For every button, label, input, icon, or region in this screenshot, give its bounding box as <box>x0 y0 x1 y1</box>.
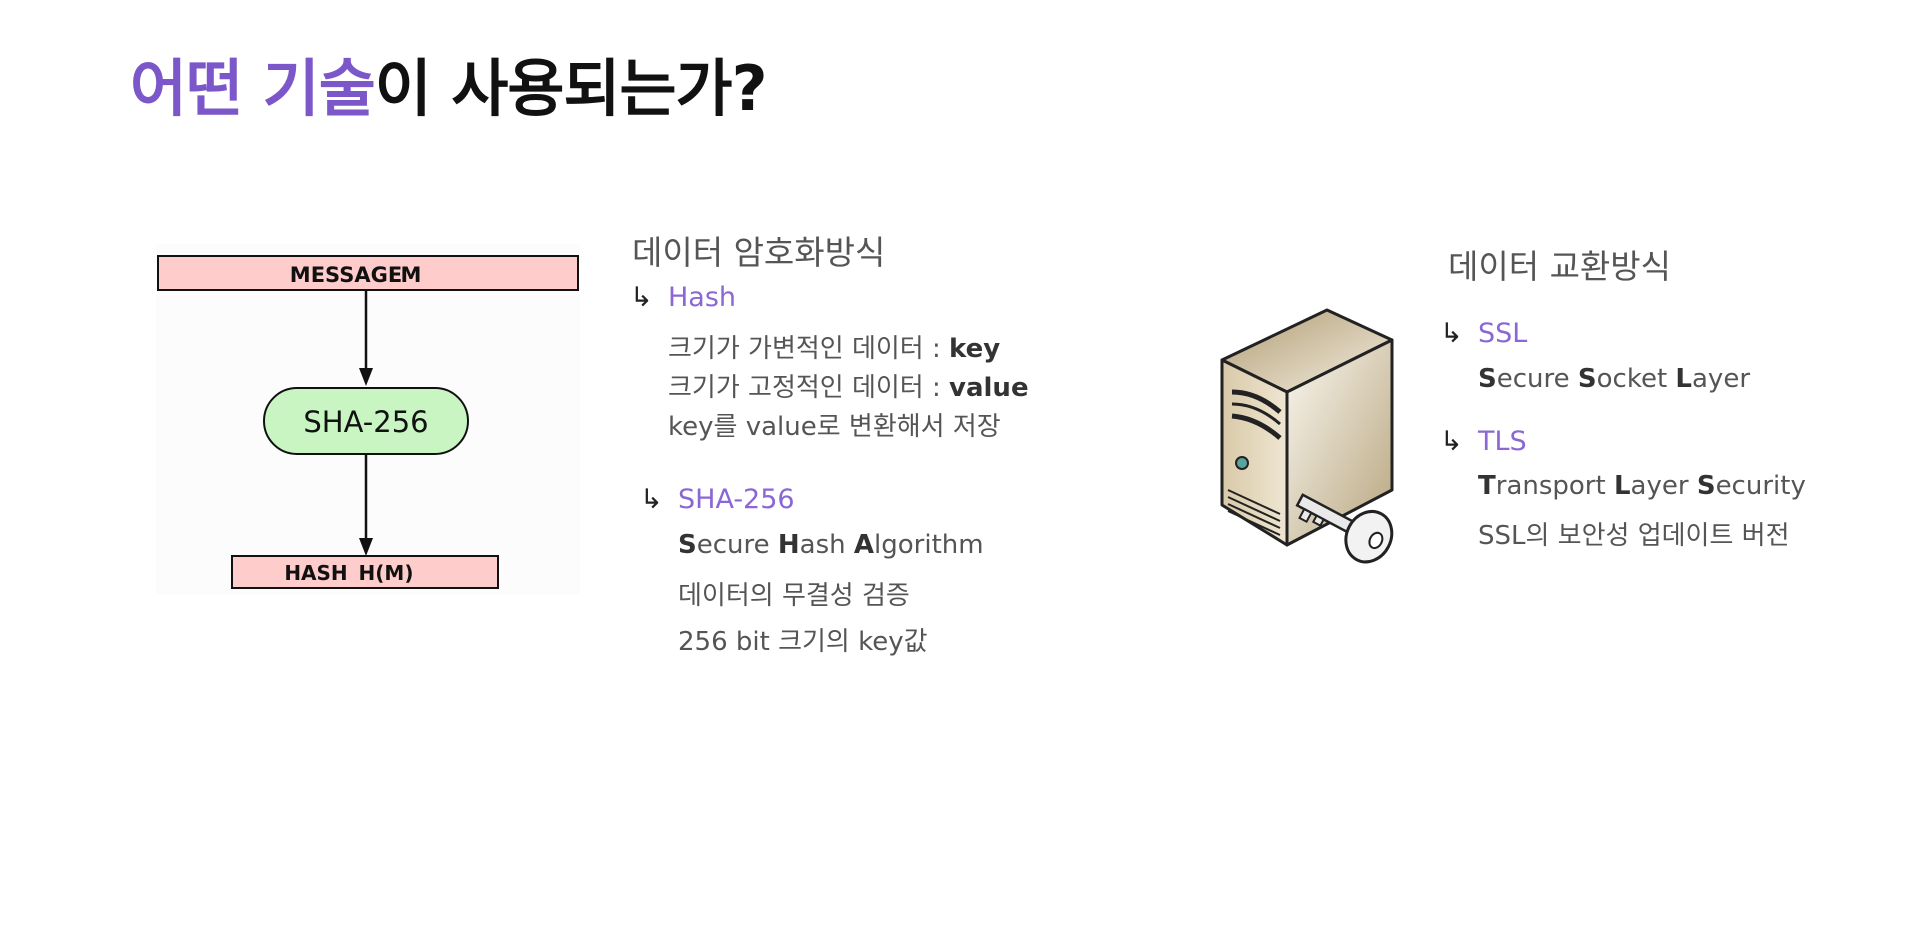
function-label: SHA-256 <box>303 405 428 439</box>
hash-desc-2: 크기가 고정적인 데이터 : value <box>668 373 1029 403</box>
tls-item: ↳ TLS <box>1440 426 1527 457</box>
flow-arrowhead-1 <box>359 368 373 386</box>
sha256-label-text: SHA-256 <box>678 484 795 515</box>
hash-desc-3: key를 value로 변환해서 저장 <box>668 412 1001 442</box>
encryption-heading: 데이터 암호화방식 <box>632 233 886 272</box>
tls-expansion: Transport Layer Security <box>1478 471 1806 501</box>
server-with-key-icon <box>1212 300 1412 584</box>
title-rest: 이 사용되는가? <box>374 52 768 125</box>
sha256-flow-diagram: MESSAGE M SHA-256 HASH H(M) <box>156 244 580 594</box>
hash-label: HASH <box>284 561 347 585</box>
ssl-expansion: Secure Socket Layer <box>1478 364 1751 394</box>
hash-desc-1: 크기가 가변적인 데이터 : key <box>668 334 1001 364</box>
sha256-expansion: Secure Hash Algorithm <box>678 530 984 560</box>
hook-arrow-icon: ↳ <box>630 282 653 313</box>
hash-item: ↳ Hash <box>630 282 736 313</box>
hook-arrow-icon: ↳ <box>1440 318 1463 349</box>
hook-arrow-icon: ↳ <box>640 484 663 515</box>
exchange-heading: 데이터 교환방식 <box>1448 247 1672 286</box>
key-term: key <box>949 334 1001 364</box>
flow-arrowhead-2 <box>359 538 373 556</box>
sha256-desc-2: 데이터의 무결성 검증 <box>678 581 910 611</box>
hash-var: H(M) <box>359 561 414 585</box>
sha256-desc-3: 256 bit 크기의 key값 <box>678 627 928 657</box>
sha256-item: ↳ SHA-256 <box>640 484 795 515</box>
value-term: value <box>949 373 1029 403</box>
title-accent: 어떤 기술 <box>130 52 376 125</box>
hook-arrow-icon: ↳ <box>1440 426 1463 457</box>
message-label: MESSAGE <box>290 263 402 287</box>
message-var: M <box>401 263 422 287</box>
hash-label-text: Hash <box>668 282 737 313</box>
ssl-item: ↳ SSL <box>1440 318 1527 349</box>
tls-label-text: TLS <box>1478 426 1527 457</box>
ssl-label-text: SSL <box>1478 318 1528 349</box>
page-title: 어떤 기술이 사용되는가? <box>130 38 768 128</box>
tls-desc-2: SSL의 보안성 업데이트 버전 <box>1478 521 1790 551</box>
